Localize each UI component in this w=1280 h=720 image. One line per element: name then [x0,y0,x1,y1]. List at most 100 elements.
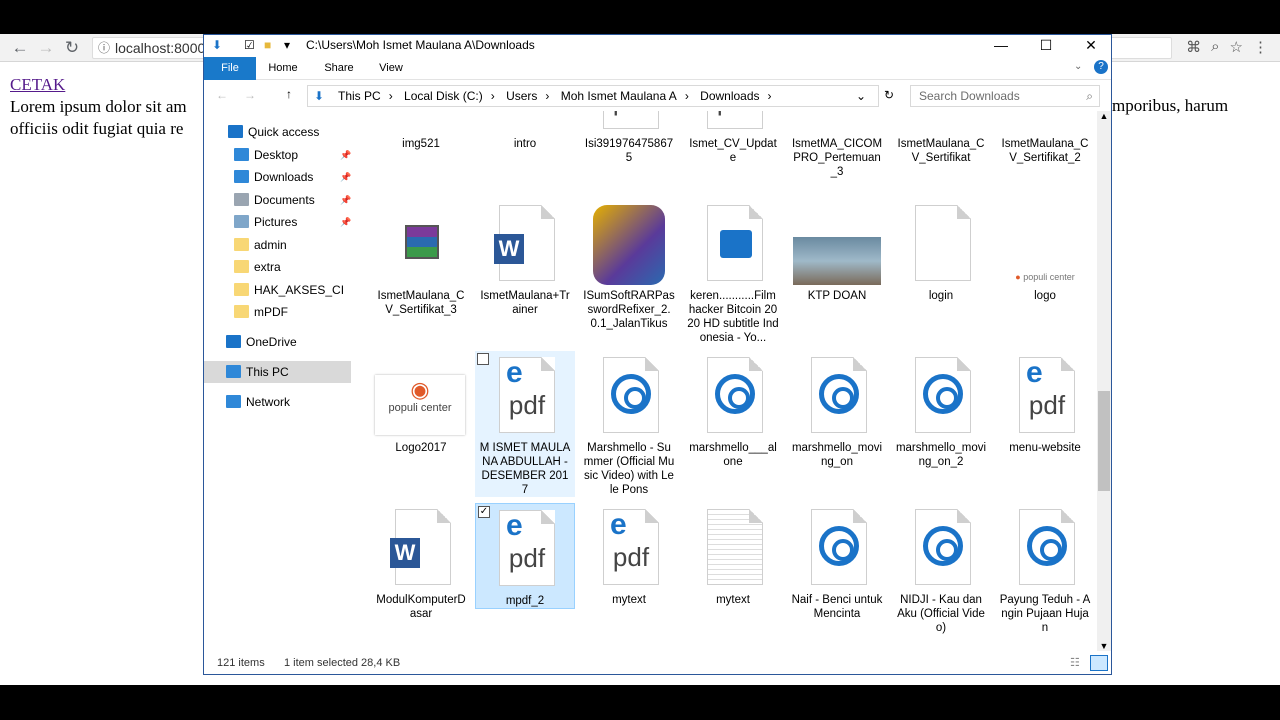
forward-icon[interactable]: → [36,38,56,58]
file-item[interactable]: ◉ populi center Logo2017 [371,351,471,455]
file-item[interactable]: marshmello_moving_on_2 [891,351,991,469]
item-count: 121 items [217,657,265,669]
customize-icon[interactable]: ▾ [284,38,290,52]
nav-item-desktop[interactable]: Desktop 📌 [234,144,351,166]
file-item[interactable]: Marshmello - Summer (Official Music Vide… [579,351,679,497]
status-bar: 121 items 1 item selected 28,4 KB ☷ [204,652,1111,674]
close-button[interactable]: ✕ [1069,35,1111,57]
nav-item-network[interactable]: Network [226,391,290,413]
nav-item-extra[interactable]: extra [234,256,281,278]
tab-share[interactable]: Share [316,57,362,80]
file-label: KTP DOAN [807,290,867,302]
large-icons-view-icon[interactable] [1090,655,1108,671]
file-item[interactable]: IsmetMaulana_CV_Sertifikat_2 [995,111,1094,165]
menu-icon[interactable]: ⋮ [1253,38,1268,56]
file-item[interactable]: KTP DOAN [787,199,887,303]
maximize-button[interactable]: ☐ [1024,35,1068,57]
file-label: img521 [402,138,440,150]
select-checkbox[interactable] [477,353,489,365]
crumb-user[interactable]: Moh Ismet Maulana A [561,89,677,103]
file-item[interactable]: keren...........Film hacker Bitcoin 2020… [683,199,783,345]
nav-item-onedrive[interactable]: OneDrive [226,331,297,353]
back-icon[interactable]: ← [216,88,228,102]
file-item[interactable]: marshmello_moving_on [787,351,887,469]
file-item[interactable]: W ModulKomputerDasar [371,503,471,621]
rar-thumbnail-icon [901,111,981,137]
star-bookmark-icon[interactable]: ☆ [1230,38,1243,56]
search-input[interactable]: Search Downloads ⌕ [910,85,1100,107]
cetak-link[interactable]: CETAK [10,75,65,94]
nav-item-mpdf[interactable]: mPDF [234,301,288,323]
folder-icon[interactable]: ■ [264,38,271,52]
breadcrumb[interactable]: ⬇ This PC › Local Disk (C:) › Users › Moh I… [307,85,879,107]
file-item[interactable]: NIDJI - Kau dan Aku (Official Video) [891,503,991,635]
video-thumbnail-icon: DUMETschool [485,111,565,137]
minimize-button[interactable]: — [979,35,1023,57]
expand-ribbon-icon[interactable]: ⌄ [1074,61,1082,72]
file-item[interactable]: e pdf mpdf_2 ✓ [475,503,575,609]
photo-thumbnail-icon [793,199,881,289]
nav-item-quick-access[interactable]: Quick access [228,121,319,143]
download-icon[interactable]: ⬇ [212,38,222,52]
up-icon[interactable]: ↑ [286,87,292,101]
file-label: mytext [716,594,750,606]
file-item[interactable]: ● populi center logo [995,199,1094,303]
file-item[interactable]: ISumSoftRARPasswordRefixer_2.0.1_JalanTi… [579,199,679,331]
file-item[interactable]: marshmello___alone [683,351,783,469]
file-item[interactable]: mytext [683,503,783,607]
scrollbar[interactable]: ▲ ▼ [1097,111,1111,651]
tab-view[interactable]: View [368,57,414,80]
pin-icon: 📌 [340,150,352,160]
file-item[interactable]: IsmetMaulana_CV_Sertifikat [891,111,991,165]
details-view-icon[interactable]: ☷ [1070,652,1080,674]
file-item[interactable]: img521 [371,111,471,151]
documents-icon [234,193,249,206]
nav-label: HAK_AKSES_CI [254,283,345,297]
file-item[interactable]: epdfIsi3919764758675 [579,111,679,165]
file-item[interactable]: Payung Teduh - Angin Pujaan Hujan [995,503,1094,635]
crumb-users[interactable]: Users [506,89,537,103]
file-item[interactable]: DUMETschoolintro [475,111,575,151]
media-thumbnail-icon [901,351,981,441]
rar-thumbnail-icon [1005,111,1085,137]
file-grid: img521 DUMETschoolintroepdfIsi39197647586… [364,111,1094,651]
chevron-down-icon[interactable]: ⌄ [856,86,866,106]
nav-item-documents[interactable]: Documents 📌 [234,189,351,211]
select-checkbox[interactable]: ✓ [478,506,490,518]
tab-file[interactable]: File [204,57,256,80]
info-icon[interactable]: ⓘ [98,38,110,58]
file-item[interactable]: Naif - Benci untuk Mencinta [787,503,887,621]
tab-home[interactable]: Home [260,57,306,80]
properties-icon[interactable]: ☑ [244,38,255,52]
file-item[interactable]: IsmetMaulana_CV_Sertifikat_3 [371,199,471,317]
forward-icon[interactable]: → [244,88,256,102]
nav-label: Network [246,395,291,409]
file-item[interactable]: login [891,199,991,303]
media-thumbnail-icon [693,351,773,441]
file-item[interactable]: IsmetMA_CICOMPRO_Pertemuan_3 [787,111,887,179]
crumb-this-pc[interactable]: This PC [338,89,381,103]
back-icon[interactable]: ← [10,38,30,58]
zoom-icon[interactable]: ⌕ [1211,38,1219,56]
file-item[interactable]: e pdf mytext [579,503,679,607]
crumb-local-disk[interactable]: Local Disk (C:) [404,89,483,103]
nav-item-hak-akses-ci[interactable]: HAK_AKSES_CI [234,279,344,301]
help-icon[interactable]: ? [1094,60,1108,74]
pictures-icon [234,215,249,228]
nav-item-admin[interactable]: admin [234,234,287,256]
file-item[interactable]: e pdf menu-website [995,351,1094,455]
refresh-icon[interactable]: ↻ [884,88,894,102]
translate-icon[interactable]: ⌘ [1186,38,1201,56]
crumb-downloads[interactable]: Downloads [700,89,759,103]
file-label: IsmetMaulana_CV_Sertifikat_2 [1001,138,1089,164]
file-item[interactable]: e pdf M ISMET MAULANA ABDULLAH - DESEMBER … [475,351,575,497]
pdf-thumbnail-icon: epdf [485,351,565,441]
file-item[interactable]: epdfIsmet_CV_Update [683,111,783,165]
nav-item-downloads[interactable]: Downloads 📌 [234,166,351,188]
reload-icon[interactable]: ↻ [62,38,82,58]
lorem-line-1: Lorem ipsum dolor sit am [10,97,187,116]
nav-item-pictures[interactable]: Pictures 📌 [234,211,351,233]
nav-item-this-pc[interactable]: This PC [204,361,351,383]
file-label: Payung Teduh - Angin Pujaan Hujan [999,594,1091,634]
file-item[interactable]: W IsmetMaulana+Trainer [475,199,575,317]
